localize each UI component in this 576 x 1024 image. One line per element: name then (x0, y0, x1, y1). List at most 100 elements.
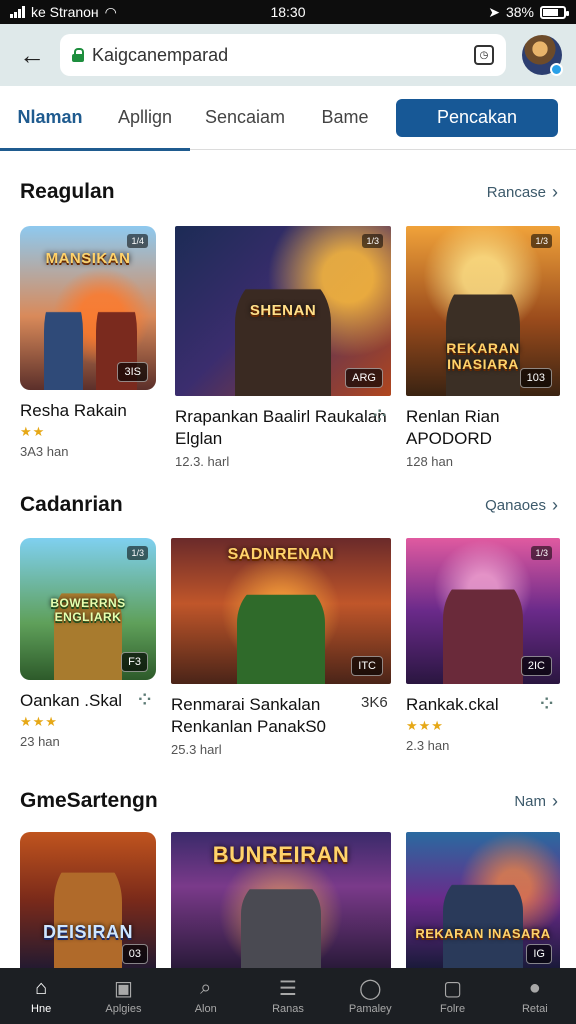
apps-icon: ▣ (113, 977, 133, 1000)
section-title: GmeSartengn (20, 789, 158, 812)
rating-chip: 1/4 (127, 234, 148, 248)
nav-apps[interactable]: ▣ Aplgies (82, 968, 164, 1024)
size-chip: ARG (345, 368, 383, 388)
battery-percent: 38% (505, 4, 534, 20)
app-thumbnail[interactable]: BUNREIRAN (171, 832, 391, 968)
rating-stars: ★★★ (20, 714, 58, 729)
app-meta: 12.3. harl (175, 454, 230, 469)
see-more-link[interactable]: Nam › (514, 791, 558, 812)
app-meta: 25.3 harl (171, 742, 222, 757)
nav-search[interactable]: ⌕ Alon (165, 968, 247, 1024)
app-card[interactable]: DEISIRAN 03 (20, 832, 156, 968)
nav-list[interactable]: ☰ Ranas (247, 968, 329, 1024)
app-title: Rrapankan Baalirl Raukalan Elglan (175, 407, 387, 448)
size-chip: IG (526, 944, 552, 964)
section-header: Cadanrian Qanaoes › (20, 493, 558, 517)
app-title: Renlan Rian APODORD (406, 407, 500, 448)
rating-chip: 1/3 (531, 234, 552, 248)
app-thumbnail[interactable]: MANSIKAN 1/4 3IS (20, 226, 156, 390)
signal-icon (10, 6, 25, 18)
app-title: Resha Rakain (20, 401, 127, 420)
avatar-badge (550, 63, 563, 76)
chevron-right-icon: › (552, 790, 558, 811)
section-title: Reagulan (20, 180, 115, 203)
game-logo: SADNRENAN (227, 546, 335, 563)
app-card[interactable]: BOWERRNS ENGLIARK 1/3 F3 Oankan .Skal ★★… (20, 538, 156, 749)
game-logo: SHENAN (249, 302, 317, 319)
section-title: Cadanrian (20, 493, 123, 516)
game-logo: BUNREIRAN (212, 842, 350, 867)
list-icon: ☰ (279, 977, 297, 1000)
folder-icon: ▢ (443, 977, 462, 1000)
app-card[interactable]: REKARAN INASIARA 1/3 103 Renlan Rian APO… (406, 226, 560, 469)
more-options-icon[interactable]: ⁘ (540, 694, 553, 714)
home-icon: ⌂ (35, 976, 48, 999)
size-chip: 03 (121, 944, 148, 964)
app-card[interactable]: BUNREIRAN (171, 832, 391, 968)
tab-bame[interactable]: Bame (300, 86, 390, 150)
game-logo: DEISIRAN (42, 922, 133, 942)
pencakan-button[interactable]: Pencakan (396, 98, 558, 137)
see-more-link[interactable]: Qanaoes › (485, 495, 558, 516)
app-thumbnail[interactable]: SHENAN 1/3 ARG (175, 226, 391, 396)
wifi-icon: ◠ (104, 3, 117, 20)
see-more-link[interactable]: Rancase › (487, 182, 558, 203)
app-thumbnail[interactable]: BOWERRNS ENGLIARK 1/3 F3 (20, 538, 156, 680)
app-meta: 3A3 han (20, 444, 69, 459)
rating-chip: 3K6 (361, 694, 388, 711)
lock-icon (72, 48, 84, 62)
rating-chip: 1/3 (531, 546, 552, 560)
url-text[interactable]: Kaigcanemparad (92, 45, 466, 66)
size-chip: 3IS (117, 362, 148, 382)
nav-home[interactable]: ⌂ Hne (0, 968, 82, 1024)
nav-profile[interactable]: ● Retai (494, 968, 576, 1024)
size-chip: F3 (121, 652, 148, 672)
nav-chat[interactable]: ◯ Pamaley (329, 968, 411, 1024)
carrier-name: ke Stranoн (31, 4, 99, 20)
app-thumbnail[interactable]: 1/3 2IC (406, 538, 560, 684)
tab-apllign[interactable]: Apllign (100, 86, 190, 151)
app-card[interactable]: 1/3 2IC Rankak.ckal ★★★ 2.3 han ⁘ (406, 538, 560, 753)
game-logo: BOWERRNS ENGLIARK (50, 596, 126, 624)
app-meta: 128 han (406, 454, 453, 469)
bottom-navigation: ⌂ Hne ▣ Aplgies ⌕ Alon ☰ Ranas ◯ Pamaley… (0, 968, 576, 1024)
app-card[interactable]: SADNRENAN ITC Renmarai Sankalan Renkanla… (171, 538, 391, 757)
app-card[interactable]: SHENAN 1/3 ARG Rrapankan Baalirl Raukala… (175, 226, 391, 469)
section-header: Reagulan Rancase › (20, 180, 558, 204)
app-thumbnail[interactable]: REKARAN INASIARA 1/3 103 (406, 226, 560, 396)
avatar[interactable] (522, 35, 563, 76)
tabs-icon[interactable]: ◷ (474, 45, 494, 65)
size-chip: 103 (519, 368, 552, 388)
app-thumbnail[interactable]: DEISIRAN 03 (20, 832, 156, 968)
more-options-icon[interactable]: ⁘ (373, 406, 386, 426)
rating-stars: ★★★ (406, 718, 444, 733)
app-card[interactable]: REKARAN INASARA IG (406, 832, 560, 968)
section-header: GmeSartengn Nam › (20, 789, 558, 813)
address-bar[interactable]: Kaigcanemparad ◷ (60, 34, 506, 76)
app-title: Oankan .Skal (20, 691, 123, 710)
profile-icon: ● (528, 976, 541, 999)
game-logo: MANSIKAN (45, 250, 131, 267)
category-tabs: Nlaman Apllign Sencaiam Bame Pencakan (0, 86, 576, 151)
app-thumbnail[interactable]: REKARAN INASARA IG (406, 832, 560, 968)
size-chip: ITC (351, 656, 383, 676)
nav-folder[interactable]: ▢ Folre (411, 968, 493, 1024)
app-meta: 23 han (20, 734, 60, 749)
tab-nlaman[interactable]: Nlaman (0, 86, 100, 151)
more-options-icon[interactable]: ⁘ (138, 690, 151, 710)
rating-chip: 1/3 (362, 234, 383, 248)
browser-toolbar: ← Kaigcanemparad ◷ (0, 24, 576, 86)
tab-sencaiam[interactable]: Sencaiam (190, 86, 300, 150)
rating-chip: 1/3 (127, 546, 148, 560)
app-meta: 2.3 han (406, 738, 450, 753)
rating-stars: ★★ (20, 424, 46, 439)
app-card[interactable]: MANSIKAN 1/4 3IS Resha Rakain ★★ 3A3 han (20, 226, 156, 459)
back-arrow-icon[interactable]: ← (12, 35, 52, 75)
chevron-right-icon: › (552, 494, 558, 515)
app-title: Renmarai Sankalan Renkanlan PanakS0 (171, 695, 327, 736)
app-title: Rankak.ckal (406, 695, 499, 714)
app-thumbnail[interactable]: SADNRENAN ITC (171, 538, 391, 684)
search-icon: ⌕ (200, 976, 212, 999)
size-chip: 2IC (520, 656, 552, 676)
location-icon: ➤ (488, 3, 500, 20)
